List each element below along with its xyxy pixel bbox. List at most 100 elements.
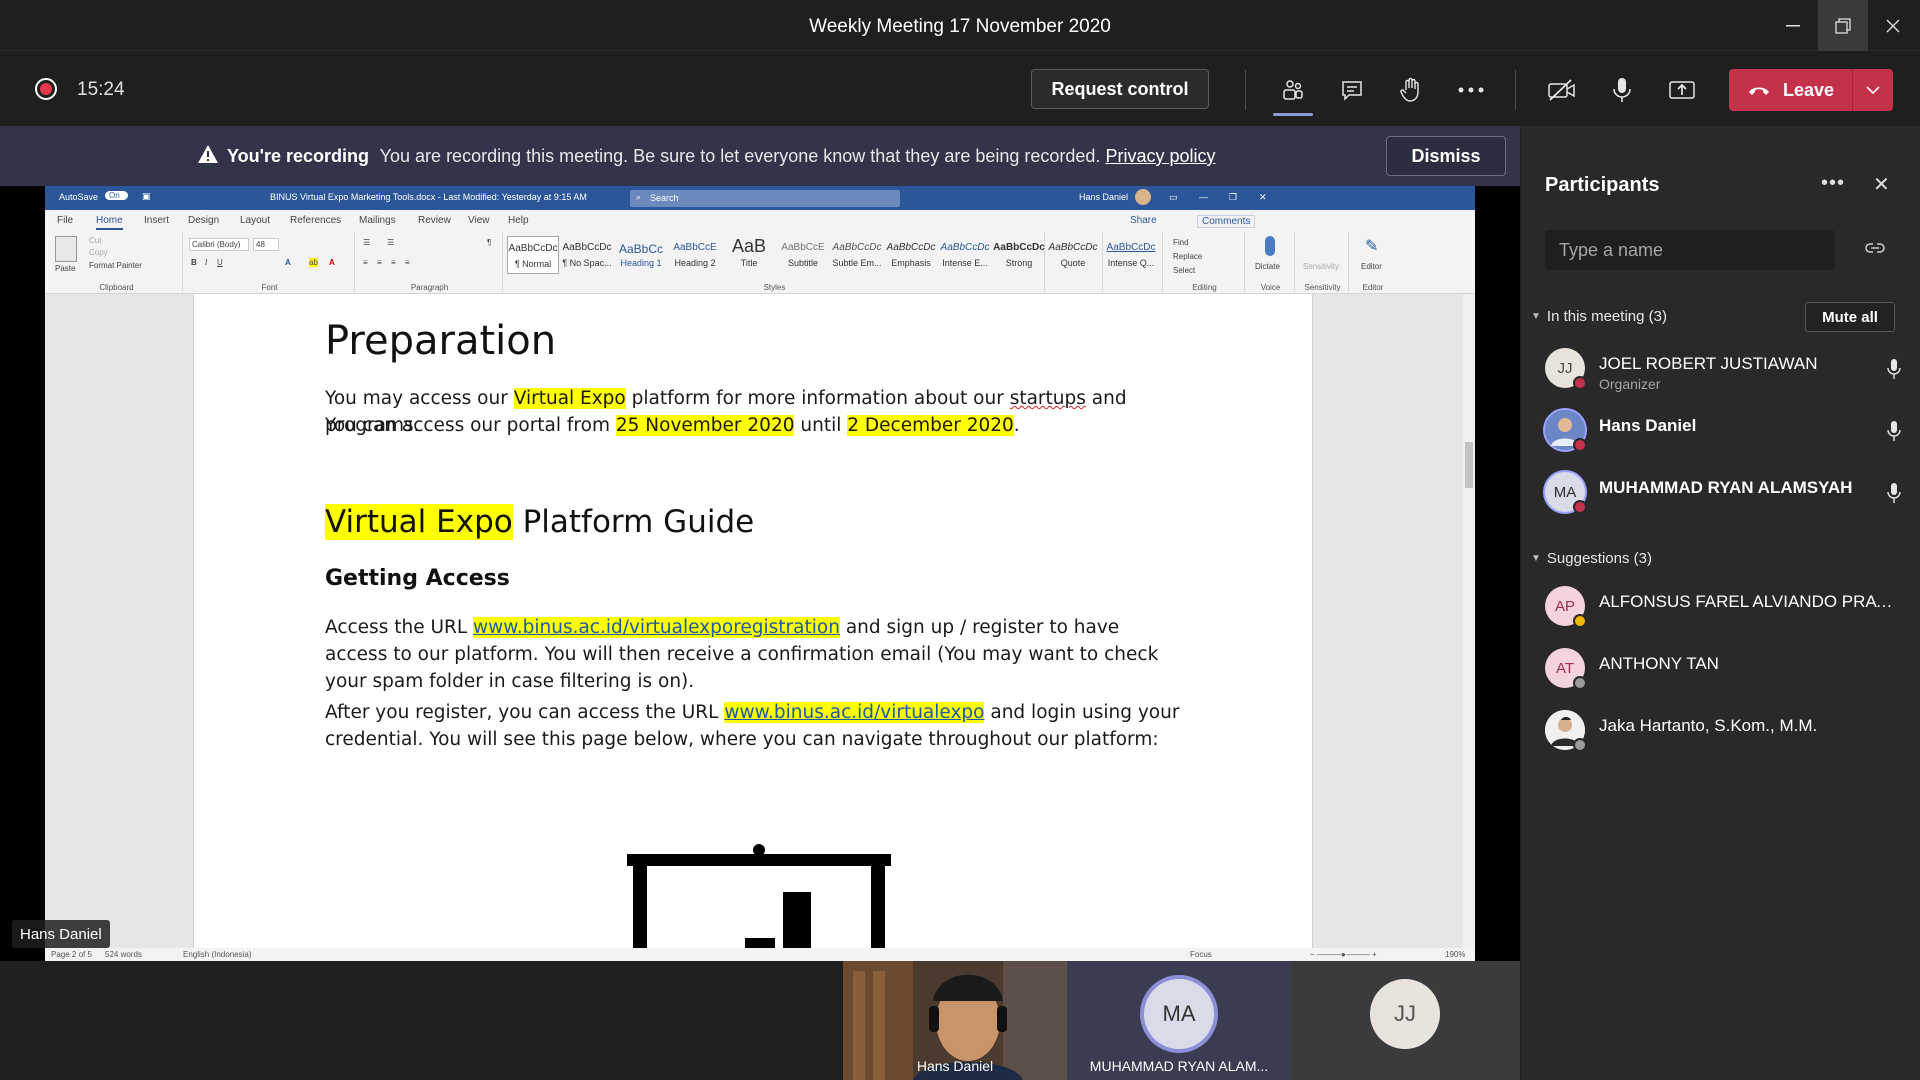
comments-button[interactable]: Comments [1197, 215, 1256, 228]
in-meeting-header[interactable]: ▼ In this meeting (3) [1531, 308, 1667, 325]
highlight-button[interactable]: ab [309, 258, 318, 267]
style-subtle-emphasis[interactable]: AaBbCcDc Subtle Em... [831, 236, 883, 274]
align-center-button[interactable]: ≡ [377, 258, 382, 267]
zoom-slider[interactable]: − ———●——— + [1310, 950, 1377, 959]
format-painter-button[interactable]: Format Painter [89, 261, 142, 270]
tab-insert[interactable]: Insert [144, 215, 169, 226]
style-heading-2[interactable]: AaBbCcE Heading 2 [669, 236, 721, 274]
leave-options-button[interactable] [1853, 69, 1893, 111]
font-name-select[interactable]: Calibri (Body) [189, 238, 249, 251]
minimize-button[interactable] [1768, 0, 1818, 51]
tab-home[interactable]: Home [96, 215, 123, 230]
style-emphasis[interactable]: AaBbCcDc Emphasis [885, 236, 937, 274]
tab-review[interactable]: Review [418, 215, 451, 226]
bold-button[interactable]: B [191, 258, 197, 267]
copy-button[interactable]: Copy [89, 248, 108, 257]
chat-icon[interactable] [1332, 70, 1372, 110]
bullets-button[interactable]: ☰ [363, 238, 370, 247]
registration-link[interactable]: www.binus.ac.id/virtualexporegistration [473, 617, 840, 638]
editor-icon[interactable]: ✎ [1365, 236, 1378, 256]
mute-all-button[interactable]: Mute all [1805, 302, 1895, 332]
dictate-icon[interactable] [1265, 236, 1275, 256]
more-actions-icon[interactable] [1451, 70, 1491, 110]
text-effects-button[interactable]: A [285, 258, 291, 267]
participants-icon[interactable] [1273, 70, 1313, 110]
focus-mode[interactable]: Focus [1190, 950, 1212, 959]
font-size-select[interactable]: 48 [253, 238, 279, 251]
numbering-button[interactable]: ☰ [387, 238, 394, 247]
leave-button[interactable]: Leave [1729, 69, 1893, 111]
participant-row[interactable]: MA MUHAMMAD RYAN ALAMSYAH [1545, 468, 1915, 518]
video-tile-ryan[interactable]: MA MUHAMMAD RYAN ALAM... [1067, 961, 1291, 1080]
word-restore-icon[interactable]: ❐ [1229, 192, 1237, 203]
document-page[interactable]: Preparation You may access our Virtual E… [193, 294, 1313, 948]
word-user-avatar[interactable] [1135, 189, 1151, 205]
tab-mailings[interactable]: Mailings [359, 215, 396, 226]
autosave-toggle[interactable]: On [105, 191, 128, 200]
tab-help[interactable]: Help [508, 215, 529, 226]
suggestion-row[interactable]: Jaka Hartanto, S.Kom., M.M. [1545, 706, 1915, 756]
tab-view[interactable]: View [468, 215, 490, 226]
word-close-icon[interactable]: ✕ [1259, 192, 1267, 203]
close-window-button[interactable] [1868, 0, 1918, 51]
select-button[interactable]: Select [1173, 266, 1195, 275]
word-search[interactable]: ⌕ Search [630, 190, 900, 207]
style-subtitle[interactable]: AaBbCcE Subtitle [777, 236, 829, 274]
underline-button[interactable]: U [217, 258, 223, 267]
video-tile-joel[interactable]: JJ [1291, 961, 1520, 1080]
align-left-button[interactable]: ≡ [363, 258, 368, 267]
participant-row[interactable]: JJ JOEL ROBERT JUSTIAWAN Organizer [1545, 344, 1915, 394]
share-button[interactable]: Share [1130, 215, 1157, 226]
participant-search-input[interactable]: Type a name [1545, 230, 1835, 270]
language-status[interactable]: English (Indonesia) [183, 950, 251, 959]
style-normal[interactable]: AaBbCcDc ¶ Normal [507, 236, 559, 274]
suggestions-header[interactable]: ▼ Suggestions (3) [1531, 550, 1652, 567]
font-color-button[interactable]: A [329, 258, 335, 267]
tab-references[interactable]: References [290, 215, 341, 226]
virtualexpo-link[interactable]: www.binus.ac.id/virtualexpo [724, 702, 985, 723]
video-tile-hans[interactable]: Hans Daniel [843, 961, 1067, 1080]
save-icon[interactable]: ▣ [142, 191, 151, 202]
replace-button[interactable]: Replace [1173, 252, 1202, 261]
document-scrollbar[interactable] [1463, 294, 1475, 948]
share-screen-icon[interactable] [1662, 70, 1702, 110]
dismiss-button[interactable]: Dismiss [1386, 136, 1506, 176]
more-options-icon[interactable]: ••• [1821, 172, 1845, 195]
show-marks-button[interactable]: ¶ [487, 238, 491, 247]
style-quote[interactable]: AaBbCcDc Quote [1047, 236, 1099, 274]
restore-button[interactable] [1818, 0, 1868, 51]
paste-icon[interactable] [55, 236, 77, 262]
close-panel-icon[interactable]: ✕ [1873, 172, 1890, 197]
suggestion-row[interactable]: AT ANTHONY TAN [1545, 644, 1915, 694]
zoom-level[interactable]: 190% [1445, 950, 1465, 959]
tab-layout[interactable]: Layout [240, 215, 270, 226]
microphone-icon[interactable] [1602, 70, 1642, 110]
style-title[interactable]: AaB Title [723, 236, 775, 274]
style-intense-emphasis[interactable]: AaBbCcDc Intense E... [939, 236, 991, 274]
cut-button[interactable]: Cut [89, 236, 101, 245]
justify-button[interactable]: ≡ [405, 258, 410, 267]
suggestion-row[interactable]: AP ALFONSUS FAREL ALVIANDO PRATA... [1545, 582, 1915, 632]
participant-row[interactable]: Hans Daniel [1545, 406, 1915, 456]
editor-button[interactable]: Editor [1361, 262, 1382, 271]
raise-hand-icon[interactable] [1391, 70, 1431, 110]
camera-off-icon[interactable] [1542, 70, 1582, 110]
tab-design[interactable]: Design [188, 215, 219, 226]
style-intense-quote[interactable]: AaBbCcDc Intense Q... [1105, 236, 1157, 274]
word-count[interactable]: 524 words [105, 950, 142, 959]
style-strong[interactable]: AaBbCcDc Strong [993, 236, 1045, 274]
style-no-spacing[interactable]: AaBbCcDc ¶ No Spac... [561, 236, 613, 274]
sensitivity-button[interactable]: Sensitivity [1303, 262, 1339, 271]
leave-main[interactable]: Leave [1729, 69, 1853, 111]
find-button[interactable]: Find [1173, 238, 1189, 247]
page-count[interactable]: Page 2 of 5 [51, 950, 92, 959]
italic-button[interactable]: I [205, 258, 207, 267]
request-control-button[interactable]: Request control [1031, 69, 1209, 109]
ribbon-display-icon[interactable]: ▭ [1169, 192, 1178, 203]
align-right-button[interactable]: ≡ [391, 258, 396, 267]
style-heading-1[interactable]: AaBbCc Heading 1 [615, 236, 667, 274]
share-invite-icon[interactable] [1865, 240, 1885, 256]
privacy-policy-link[interactable]: Privacy policy [1105, 146, 1215, 166]
tab-file[interactable]: File [57, 215, 73, 226]
scrollbar-thumb[interactable] [1465, 442, 1473, 488]
